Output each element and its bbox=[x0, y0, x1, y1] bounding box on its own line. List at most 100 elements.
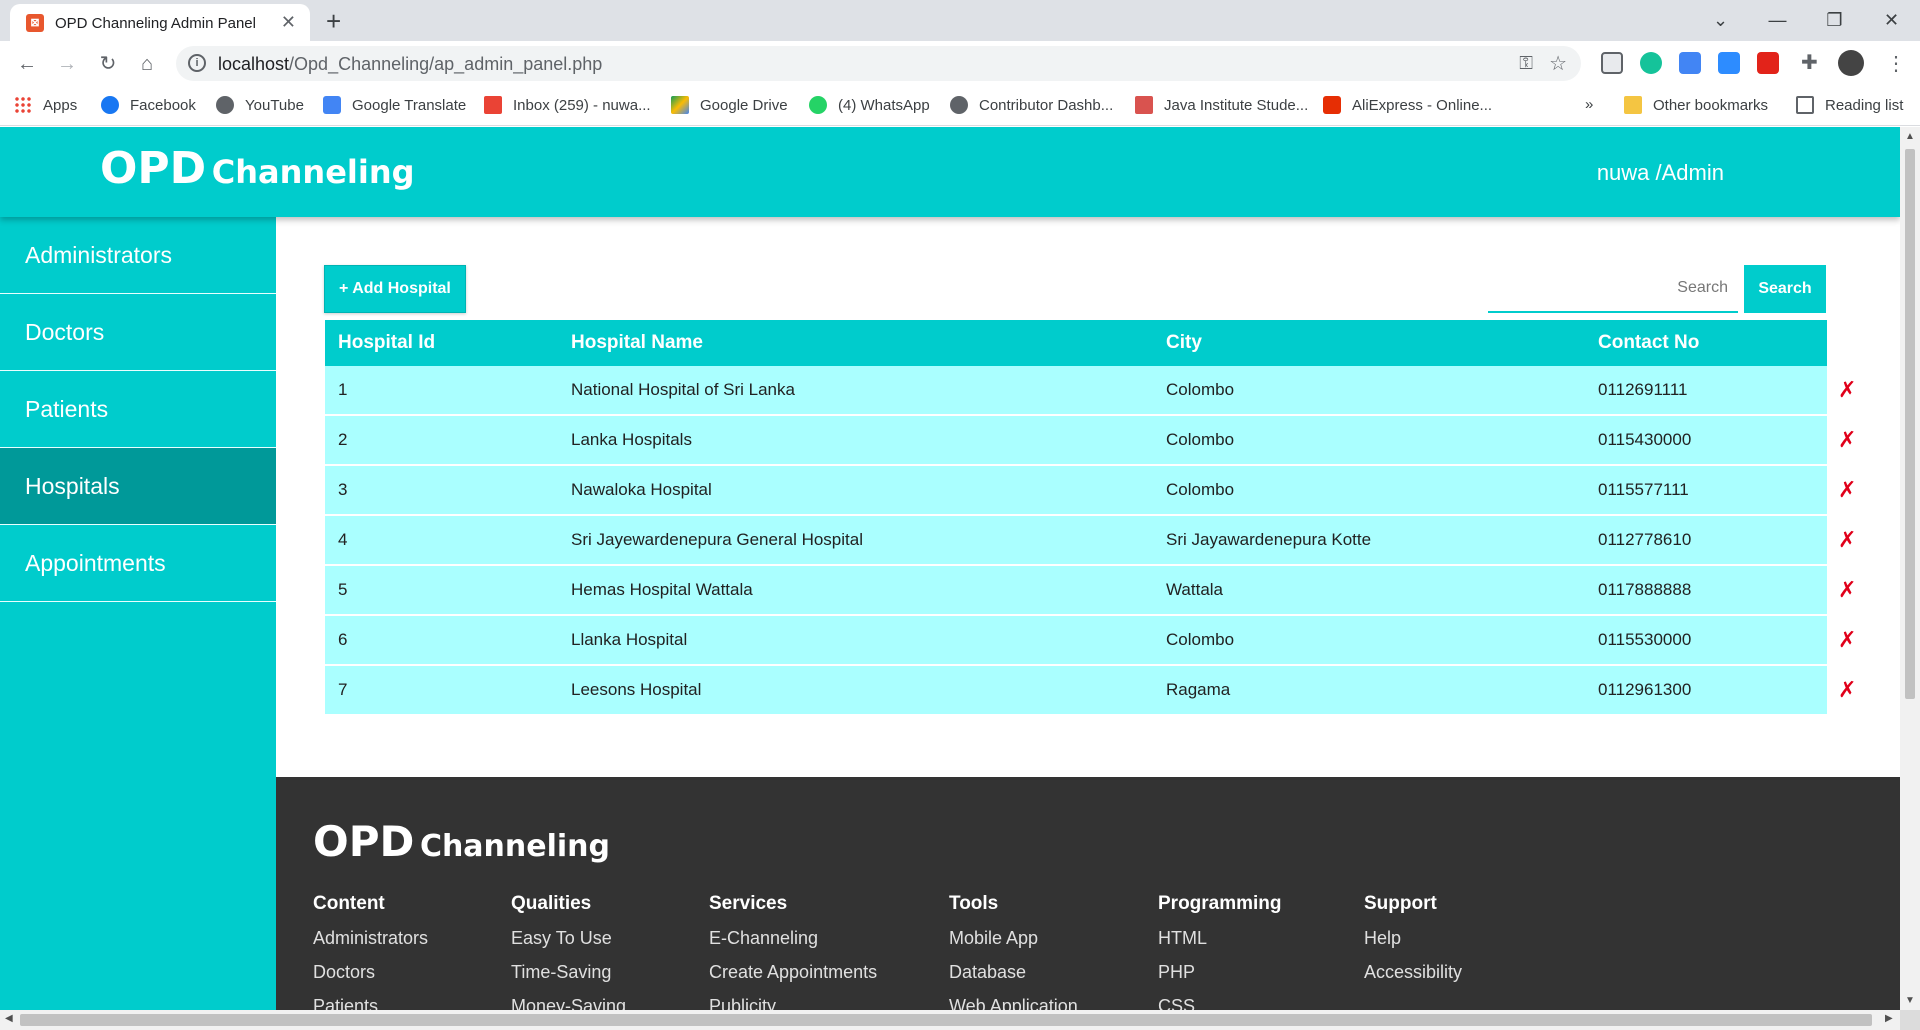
bookmark-google-drive[interactable]: Google Drive bbox=[671, 96, 788, 114]
url-host: localhost bbox=[218, 54, 290, 74]
cell-hospital-id: 4 bbox=[338, 530, 348, 549]
bookmark-contributor-dashboard[interactable]: Contributor Dashb... bbox=[950, 96, 1113, 114]
footer-column: Support Help Accessibility bbox=[1364, 893, 1462, 995]
search-button[interactable]: Search bbox=[1744, 265, 1826, 313]
delete-row-icon[interactable]: ✗ bbox=[1838, 527, 1856, 553]
site-favicon-icon: ⊠ bbox=[26, 14, 44, 32]
sidebar-item-hospitals[interactable]: Hospitals bbox=[0, 448, 276, 525]
footer-link[interactable]: Publicity bbox=[709, 995, 877, 1010]
bookmark-star-icon[interactable]: ☆ bbox=[1549, 51, 1567, 76]
footer-link[interactable]: Create Appointments bbox=[709, 961, 877, 995]
footer-link[interactable]: Doctors bbox=[313, 961, 428, 995]
scroll-right-arrow-icon[interactable]: ▶ bbox=[1885, 1013, 1893, 1024]
footer-link[interactable]: Help bbox=[1364, 927, 1462, 961]
bookmark-apps[interactable]: Apps bbox=[14, 96, 77, 114]
search-input[interactable] bbox=[1488, 265, 1738, 313]
table-row: 7 Leesons Hospital Ragama 0112961300 ✗ bbox=[325, 666, 1856, 716]
google-translate-extension-icon[interactable] bbox=[1679, 52, 1701, 74]
whatsapp-icon bbox=[809, 96, 827, 114]
footer-column-title: Programming bbox=[1158, 893, 1282, 914]
tab-search-icon[interactable]: ⌄ bbox=[1692, 0, 1749, 41]
scrollbar-corner bbox=[1900, 1010, 1920, 1030]
scroll-down-arrow-icon[interactable]: ▼ bbox=[1905, 995, 1915, 1006]
bookmark-label: Apps bbox=[43, 96, 78, 114]
footer-link[interactable]: E-Channeling bbox=[709, 927, 877, 961]
browser-menu-icon[interactable]: ⋮ bbox=[1883, 51, 1909, 77]
delete-row-icon[interactable]: ✗ bbox=[1838, 427, 1856, 453]
cell-hospital-id: 1 bbox=[338, 380, 348, 399]
sidebar-item-patients[interactable]: Patients bbox=[0, 371, 276, 448]
footer-link[interactable]: Money-Saving bbox=[511, 995, 626, 1010]
bookmark-label: YouTube bbox=[245, 96, 304, 114]
footer-link[interactable]: CSS bbox=[1158, 995, 1282, 1010]
vertical-scrollbar[interactable]: ▲ ▼ bbox=[1900, 127, 1920, 1010]
bookmark-youtube[interactable]: YouTube bbox=[216, 96, 304, 114]
sidebar-item-doctors[interactable]: Doctors bbox=[0, 294, 276, 371]
delete-row-icon[interactable]: ✗ bbox=[1838, 677, 1856, 703]
bookmark-facebook[interactable]: Facebook bbox=[101, 96, 196, 114]
reload-icon[interactable]: ↻ bbox=[95, 51, 121, 77]
sidebar-item-appointments[interactable]: Appointments bbox=[0, 525, 276, 602]
zoom-extension-icon[interactable] bbox=[1718, 52, 1740, 74]
footer-link[interactable]: Accessibility bbox=[1364, 961, 1462, 995]
scroll-left-arrow-icon[interactable]: ◀ bbox=[5, 1013, 13, 1024]
profile-avatar[interactable] bbox=[1838, 50, 1864, 76]
reading-mode-extension-icon[interactable] bbox=[1601, 52, 1623, 74]
bookmark-label: Facebook bbox=[130, 96, 196, 114]
new-tab-button[interactable]: + bbox=[326, 6, 341, 37]
scroll-up-arrow-icon[interactable]: ▲ bbox=[1905, 131, 1915, 142]
footer-link[interactable]: Mobile App bbox=[949, 927, 1078, 961]
user-role-label[interactable]: nuwa /Admin bbox=[1597, 160, 1724, 186]
footer-link[interactable]: PHP bbox=[1158, 961, 1282, 995]
browser-tab[interactable]: ⊠ OPD Channeling Admin Panel ✕ bbox=[10, 4, 310, 41]
bookmark-inbox[interactable]: Inbox (259) - nuwa... bbox=[484, 96, 651, 114]
horizontal-scrollbar[interactable]: ◀ ▶ bbox=[0, 1010, 1900, 1030]
reading-list-button[interactable]: Reading list bbox=[1796, 96, 1903, 114]
grammarly-extension-icon[interactable] bbox=[1640, 52, 1662, 74]
cell-hospital-id: 7 bbox=[338, 680, 348, 699]
footer-link[interactable]: Patients bbox=[313, 995, 428, 1010]
site-info-icon[interactable]: i bbox=[188, 54, 206, 72]
footer-link[interactable]: Time-Saving bbox=[511, 961, 626, 995]
adobe-acrobat-extension-icon[interactable] bbox=[1757, 52, 1779, 74]
home-icon[interactable]: ⌂ bbox=[134, 51, 160, 77]
cell-contact-no: 0115530000 bbox=[1598, 630, 1692, 649]
column-header-hospital-id: Hospital Id bbox=[338, 332, 436, 353]
bookmark-google-translate[interactable]: Google Translate bbox=[323, 96, 466, 114]
bookmark-whatsapp[interactable]: (4) WhatsApp bbox=[809, 96, 930, 114]
delete-row-icon[interactable]: ✗ bbox=[1838, 377, 1856, 403]
footer-link[interactable]: HTML bbox=[1158, 927, 1282, 961]
folder-icon bbox=[1624, 96, 1642, 114]
sidebar-item-administrators[interactable]: Administrators bbox=[0, 217, 276, 294]
extensions-puzzle-icon[interactable]: ✚ bbox=[1801, 50, 1823, 74]
bookmarks-overflow-button[interactable]: » bbox=[1585, 96, 1593, 113]
delete-row-icon[interactable]: ✗ bbox=[1838, 477, 1856, 503]
footer-link[interactable]: Administrators bbox=[313, 927, 428, 961]
restore-button[interactable]: ❐ bbox=[1806, 0, 1863, 41]
delete-row-icon[interactable]: ✗ bbox=[1838, 577, 1856, 603]
add-hospital-button[interactable]: + Add Hospital bbox=[324, 265, 466, 313]
close-tab-icon[interactable]: ✕ bbox=[281, 12, 296, 33]
site-logo[interactable]: OPD Channeling bbox=[100, 143, 415, 194]
site-footer: OPD Channeling Content Administrators Doct… bbox=[276, 777, 1900, 1010]
delete-row-icon[interactable]: ✗ bbox=[1838, 627, 1856, 653]
minimize-button[interactable]: — bbox=[1749, 0, 1806, 41]
address-bar[interactable]: i localhost/Opd_Channeling/ap_admin_pane… bbox=[176, 46, 1581, 81]
close-window-button[interactable]: ✕ bbox=[1863, 0, 1920, 41]
cell-hospital-name: National Hospital of Sri Lanka bbox=[571, 380, 795, 399]
other-bookmarks-folder[interactable]: Other bookmarks bbox=[1624, 96, 1768, 114]
forward-arrow-icon[interactable]: → bbox=[54, 51, 80, 77]
password-key-icon[interactable]: ⚿ bbox=[1519, 53, 1533, 74]
footer-link[interactable]: Easy To Use bbox=[511, 927, 626, 961]
horizontal-scroll-thumb[interactable] bbox=[20, 1014, 1872, 1026]
bookmark-aliexpress[interactable]: AliExpress - Online... bbox=[1323, 96, 1492, 114]
cell-hospital-id: 2 bbox=[338, 430, 348, 449]
footer-link[interactable]: Web Application bbox=[949, 995, 1078, 1010]
column-header-hospital-name: Hospital Name bbox=[571, 332, 703, 353]
footer-link[interactable]: Database bbox=[949, 961, 1078, 995]
vertical-scroll-thumb[interactable] bbox=[1905, 149, 1915, 699]
back-arrow-icon[interactable]: ← bbox=[14, 51, 40, 77]
bookmark-java-institute[interactable]: Java Institute Stude... bbox=[1135, 96, 1308, 114]
footer-logo: OPD Channeling bbox=[313, 817, 610, 866]
cell-contact-no: 0112961300 bbox=[1598, 680, 1692, 699]
